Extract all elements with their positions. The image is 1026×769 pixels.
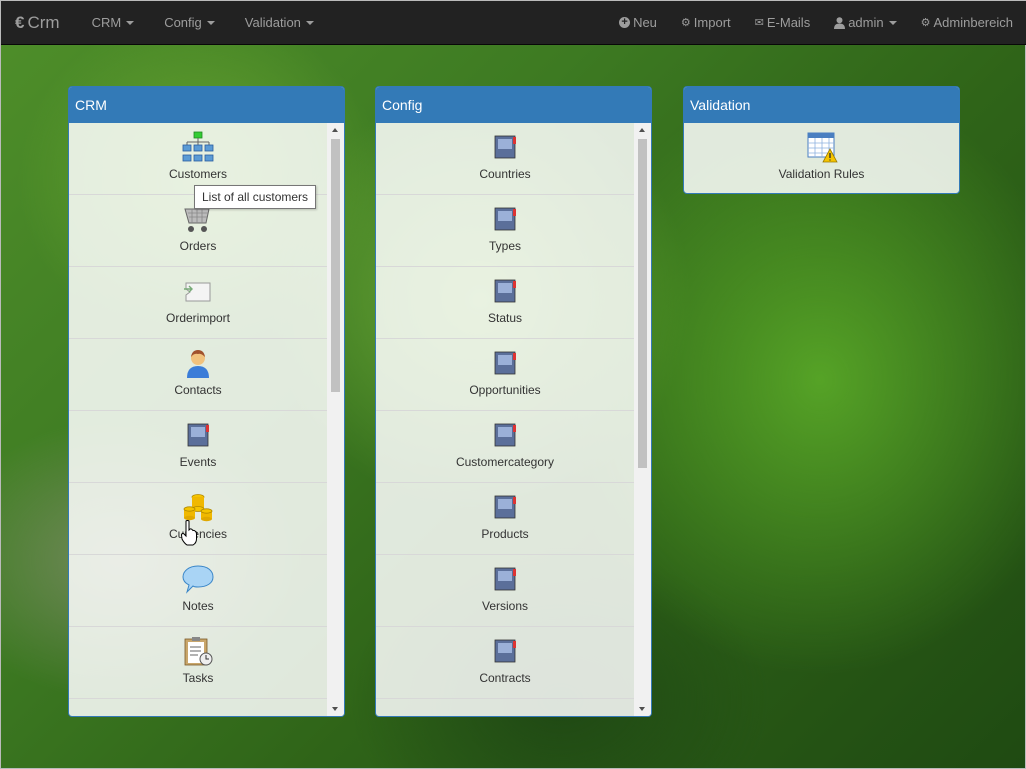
config-item-customercategory[interactable]: Customercategory [376, 411, 634, 483]
coins-icon [183, 494, 213, 522]
config-scrollbar-thumb[interactable] [638, 139, 647, 468]
config-item-opportunities[interactable]: Opportunities [376, 339, 634, 411]
crm-item-label: Orders [179, 239, 217, 253]
crm-item-contacts[interactable]: Contacts [69, 339, 327, 411]
menu-config[interactable]: Config [149, 1, 230, 45]
menu-validation[interactable]: Validation [230, 1, 329, 45]
config-item-versions[interactable]: Versions [376, 555, 634, 627]
plus-circle-icon: + [619, 17, 631, 28]
book-icon [494, 423, 516, 447]
book-icon [494, 639, 516, 663]
new-label: Neu [633, 15, 657, 30]
speech-bubble-icon [182, 565, 214, 594]
emails-label: E-Mails [766, 15, 811, 30]
crm-item-tasks[interactable]: Tasks [69, 627, 327, 699]
menu-config-label: Config [164, 15, 202, 30]
menu-crm[interactable]: CRM [77, 1, 150, 45]
book-icon [494, 495, 516, 519]
validation-panel: Validation Validation Rules [683, 86, 960, 194]
config-item-products[interactable]: Products [376, 483, 634, 555]
config-panel-title: Config [376, 87, 651, 123]
hand-cursor-icon [181, 520, 197, 546]
config-item-label: Products [481, 527, 529, 541]
menu-crm-label: CRM [91, 15, 122, 30]
config-item-contracts[interactable]: Contracts [376, 627, 634, 699]
import-icon [184, 282, 211, 302]
brand-link[interactable]: € Crm [15, 13, 60, 33]
scroll-down-arrow-icon[interactable] [634, 702, 651, 716]
scroll-up-arrow-icon[interactable] [634, 123, 651, 137]
new-button[interactable]: + Neu [607, 1, 669, 45]
brand-text: Crm [27, 12, 60, 32]
import-label: Import [693, 15, 731, 30]
config-item-countries[interactable]: Countries [376, 123, 634, 195]
import-button[interactable]: ⚙ Import [669, 1, 743, 45]
book-icon [494, 279, 516, 303]
config-item-label: Types [488, 239, 521, 253]
table-warning-icon [807, 132, 838, 163]
book-icon [494, 207, 516, 231]
scroll-down-arrow-icon[interactable] [327, 702, 344, 716]
emails-button[interactable]: ✉ E-Mails [743, 1, 823, 45]
gear-icon: ⚙ [680, 17, 691, 29]
admin-area-button[interactable]: ⚙ Adminbereich [909, 1, 1025, 45]
config-item-label: Countries [479, 167, 531, 181]
validation-panel-title: Validation [684, 87, 959, 123]
caret-down-icon [206, 20, 215, 25]
crm-panel: CRM Customers Orders Orderimport Contact… [68, 86, 345, 717]
validation-item-rules[interactable]: Validation Rules [684, 123, 959, 193]
config-item-label: Versions [481, 599, 529, 613]
book-icon [494, 135, 516, 159]
crm-item-label: Notes [182, 599, 214, 613]
person-icon [187, 350, 209, 378]
menu-validation-label: Validation [244, 15, 301, 30]
customers-tooltip: List of all customers [194, 185, 317, 209]
book-icon [187, 423, 209, 447]
crm-item-notes[interactable]: Notes [69, 555, 327, 627]
config-item-status[interactable]: Status [376, 267, 634, 339]
crm-panel-title: CRM [69, 87, 344, 123]
caret-down-icon [126, 20, 135, 25]
crm-item-orderimport[interactable]: Orderimport [69, 267, 327, 339]
crm-scrollbar[interactable] [327, 123, 344, 716]
crm-item-label: Orderimport [165, 311, 230, 325]
envelope-icon: ✉ [754, 17, 764, 29]
crm-item-label: Currencies [168, 527, 228, 541]
user-icon [834, 16, 846, 29]
euro-icon: € [15, 12, 25, 32]
user-label: admin [848, 15, 884, 30]
scroll-up-arrow-icon[interactable] [327, 123, 344, 137]
crm-item-list: Customers Orders Orderimport Contacts Ev… [69, 123, 327, 716]
crm-item-currencies[interactable]: Currencies [69, 483, 327, 555]
hierarchy-icon [182, 131, 214, 162]
crm-item-label: Events [179, 455, 217, 469]
config-item-label: Contracts [479, 671, 531, 685]
crm-item-label: Tasks [182, 671, 214, 685]
book-icon [494, 351, 516, 375]
config-item-types[interactable]: Types [376, 195, 634, 267]
config-scrollbar[interactable] [634, 123, 651, 716]
validation-item-label: Validation Rules [778, 167, 865, 181]
crm-scrollbar-thumb[interactable] [331, 139, 340, 392]
config-panel: Config Countries Types Status Opportunit… [375, 86, 652, 717]
gear-icon: ⚙ [920, 17, 931, 29]
config-item-label: Status [487, 311, 523, 325]
clipboard-icon [184, 637, 213, 666]
caret-down-icon [305, 20, 314, 25]
config-item-label: Opportunities [469, 383, 541, 397]
user-menu[interactable]: admin [822, 1, 908, 45]
admin-label: Adminbereich [933, 15, 1014, 30]
crm-item-events[interactable]: Events [69, 411, 327, 483]
config-item-list: Countries Types Status Opportunities Cus… [376, 123, 634, 716]
config-item-label: Customercategory [455, 455, 555, 469]
caret-down-icon [888, 20, 897, 25]
book-icon [494, 567, 516, 591]
crm-item-label: Contacts [174, 383, 222, 397]
crm-item-label: Customers [168, 167, 227, 181]
top-navbar: € Crm CRM Config Validation + Neu ⚙ Impo… [1, 1, 1026, 45]
